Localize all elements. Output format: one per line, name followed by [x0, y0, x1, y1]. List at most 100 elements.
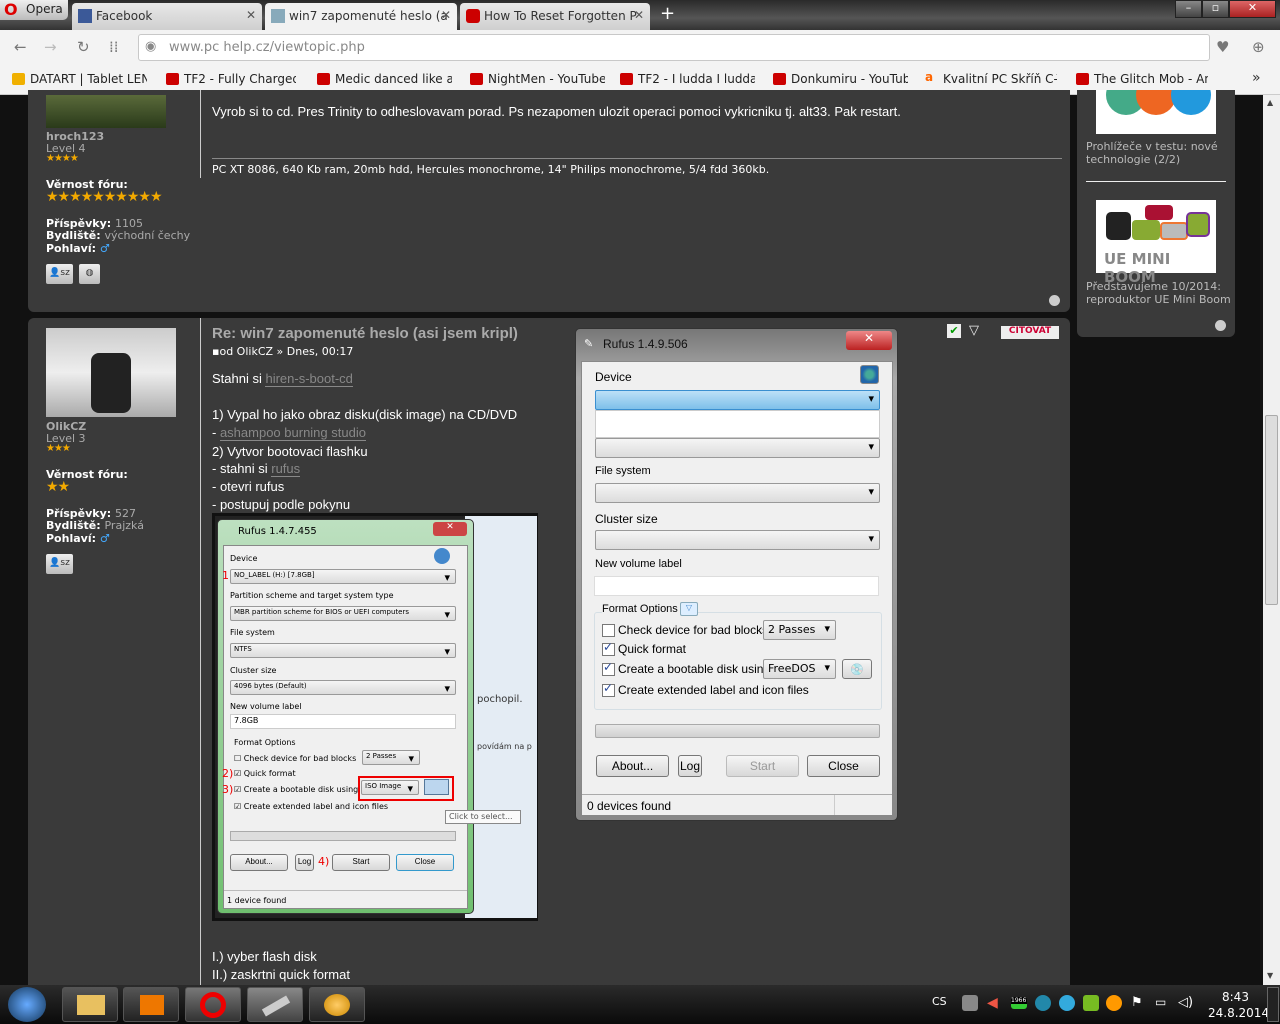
- bad-blocks-checkbox[interactable]: Check device for bad blocks: [602, 623, 768, 637]
- taskbar-paint[interactable]: [309, 987, 365, 1022]
- scroll-top-icon[interactable]: [1049, 295, 1060, 306]
- taskbar-rufus[interactable]: [247, 987, 303, 1022]
- article-link[interactable]: Prohlížeče v testu: nové technologie (2/…: [1086, 140, 1231, 166]
- meter-icon[interactable]: 1966: [1011, 997, 1027, 1009]
- bookmark[interactable]: aKvalitní PC Skříň C-TE: [925, 72, 1057, 86]
- clock-time[interactable]: 8:43: [1222, 990, 1249, 1004]
- more-bookmarks-button[interactable]: »: [1252, 70, 1261, 86]
- forward-icon[interactable]: →: [44, 38, 57, 56]
- step-text: - postupuj podle pokynu: [212, 497, 351, 512]
- report-icon[interactable]: ▽: [969, 323, 979, 338]
- volume-label-label: New volume label: [595, 558, 682, 570]
- extended-label-checkbox[interactable]: Create extended label and icon files: [602, 681, 809, 697]
- about-button[interactable]: About...: [596, 755, 669, 777]
- link-rufus[interactable]: rufus: [271, 461, 301, 477]
- progress-bar: [595, 724, 880, 738]
- site-info-icon[interactable]: ◉: [145, 39, 156, 54]
- network-warning-icon[interactable]: [1059, 995, 1075, 1011]
- back-icon[interactable]: ←: [14, 38, 27, 56]
- scroll-up-icon[interactable]: ▲: [1267, 98, 1273, 107]
- bookmark[interactable]: The Glitch Mob - Ani: [1076, 72, 1208, 86]
- maximize-button[interactable]: ▫: [1202, 0, 1229, 18]
- avast-icon[interactable]: [1106, 995, 1122, 1011]
- scroll-top-icon[interactable]: [1215, 320, 1226, 331]
- download-icon[interactable]: ⊕: [1252, 38, 1265, 56]
- close-tab-icon[interactable]: ✕: [441, 8, 451, 22]
- step-text: - otevri rufus: [212, 479, 285, 494]
- link-ashampoo[interactable]: ashampoo burning studio: [219, 425, 366, 441]
- scrollbar-thumb[interactable]: [1265, 415, 1278, 605]
- device-dropdown-list[interactable]: [595, 410, 880, 438]
- bookmark[interactable]: NightMen - YouTube: [470, 72, 605, 86]
- close-tab-icon[interactable]: ✕: [634, 8, 644, 22]
- tab-forum[interactable]: win7 zapomenuté heslo (a ✕: [265, 3, 457, 30]
- browsers-image[interactable]: [1096, 90, 1216, 134]
- reload-icon[interactable]: ↻: [77, 38, 90, 56]
- tab-facebook[interactable]: Facebook ✕: [72, 3, 262, 30]
- file-system-dropdown[interactable]: [595, 483, 880, 503]
- taskbar-opera[interactable]: [185, 987, 241, 1022]
- boot-type-dropdown[interactable]: FreeDOS: [763, 659, 836, 679]
- opera-menu-button[interactable]: O Opera: [0, 0, 68, 20]
- action-center-flag-icon[interactable]: ⚑: [1131, 995, 1147, 1011]
- quote-button[interactable]: CITOVAT: [1001, 326, 1059, 339]
- start-button[interactable]: Start: [726, 755, 799, 777]
- bookmark[interactable]: Donkumiru - YouTub: [773, 72, 908, 86]
- rufus-icon: ✎: [584, 337, 594, 350]
- partition-dropdown[interactable]: [595, 438, 880, 458]
- speaker-muted-icon[interactable]: ◀: [987, 995, 1003, 1011]
- article-link[interactable]: Představujeme 10/2014: reproduktor UE Mi…: [1086, 280, 1231, 306]
- language-globe-button[interactable]: [860, 365, 879, 384]
- show-desktop-button[interactable]: [1267, 987, 1279, 1022]
- app-tray-icon[interactable]: [1035, 995, 1051, 1011]
- new-tab-button[interactable]: +: [660, 3, 675, 24]
- cluster-size-dropdown[interactable]: [595, 530, 880, 550]
- website-globe-button[interactable]: ◍: [79, 264, 100, 284]
- network-icon[interactable]: ▭: [1155, 995, 1171, 1011]
- tab-youtube[interactable]: How To Reset Forgotten P ✕: [460, 3, 650, 30]
- volume-icon[interactable]: ◁): [1178, 995, 1194, 1011]
- nvidia-icon[interactable]: [1083, 995, 1099, 1011]
- loyalty-stars: ★★: [46, 479, 70, 495]
- scroll-down-icon[interactable]: ▼: [1267, 971, 1273, 980]
- post-title[interactable]: Re: win7 zapomenuté heslo (asi jsem krip…: [212, 325, 518, 342]
- close-tab-icon[interactable]: ✕: [246, 8, 256, 22]
- usb-safe-remove-icon[interactable]: [962, 995, 978, 1011]
- bookmark[interactable]: Medic danced like a b: [317, 72, 452, 86]
- home-label: Bydliště:: [46, 229, 101, 242]
- page-scrollbar[interactable]: ▲ ▼: [1263, 95, 1280, 985]
- private-message-button[interactable]: 👤sz: [46, 554, 73, 574]
- close-window-button[interactable]: ✕: [1229, 0, 1276, 18]
- language-indicator[interactable]: CS: [932, 995, 947, 1008]
- start-button[interactable]: [8, 987, 46, 1022]
- passes-dropdown[interactable]: 2 Passes: [763, 620, 836, 640]
- volume-label-input[interactable]: [594, 576, 879, 596]
- select-image-button[interactable]: 💿: [842, 659, 872, 679]
- minimize-button[interactable]: –: [1175, 0, 1202, 18]
- taskbar-explorer[interactable]: [62, 987, 118, 1022]
- device-dropdown[interactable]: [595, 390, 880, 410]
- quick-format-checkbox[interactable]: Quick format: [602, 640, 686, 656]
- bootable-checkbox[interactable]: Create a bootable disk using: [602, 660, 770, 676]
- heart-icon[interactable]: ♥: [1216, 38, 1229, 56]
- youtube-icon: [773, 73, 786, 85]
- forum-post: OlikCZ Level 3 ★★★ Věrnost fóru: ★★ Přís…: [28, 318, 1070, 998]
- log-button[interactable]: Log: [678, 755, 702, 777]
- taskbar-media-player[interactable]: [123, 987, 179, 1022]
- speed-dial-icon[interactable]: ⁞⁞: [109, 38, 119, 56]
- clock-date[interactable]: 24.8.2014: [1208, 1006, 1269, 1020]
- bookmark[interactable]: TF2 - Fully Charged -: [166, 72, 296, 86]
- address-bar[interactable]: ◉ www.pc help.cz/viewtopic.php: [138, 34, 1210, 61]
- progress-bar: [230, 831, 456, 841]
- ue-mini-boom-image[interactable]: UE MINI BOOM: [1096, 200, 1216, 286]
- close-window-button[interactable]: ✕: [846, 331, 892, 350]
- link-hirens[interactable]: hiren-s-boot-cd: [265, 371, 353, 387]
- embedded-screenshot: pochopil. povídám na p Rufus 1.4.7.455 ✕…: [212, 513, 538, 921]
- toggle-advanced-button[interactable]: ▽: [680, 602, 698, 616]
- bookmark[interactable]: TF2 - I ludda I ludda I: [620, 72, 755, 86]
- bookmark[interactable]: DATART | Tablet LEN: [12, 72, 147, 86]
- close-button[interactable]: Close: [807, 755, 880, 777]
- sidebar-articles: Prohlížeče v testu: nové technologie (2/…: [1077, 90, 1235, 337]
- check-icon[interactable]: ✔: [947, 324, 961, 338]
- private-message-button[interactable]: 👤sz: [46, 264, 73, 284]
